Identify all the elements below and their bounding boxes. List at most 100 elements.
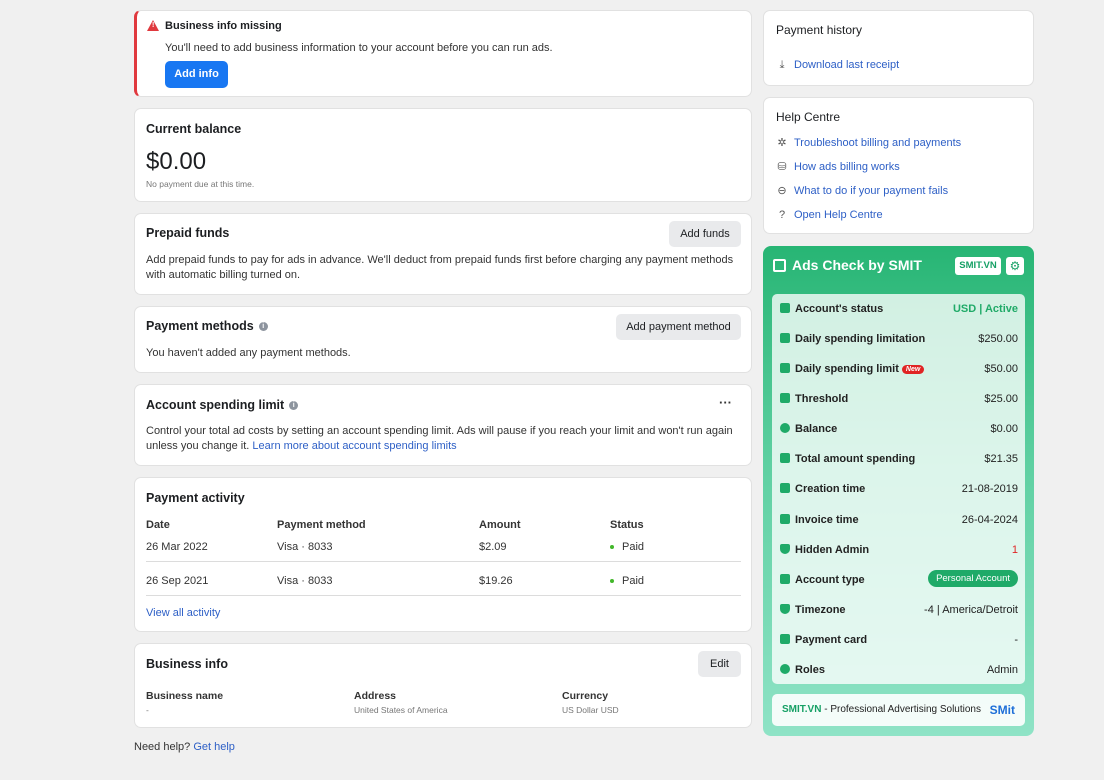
field-label: Business name — [146, 690, 224, 702]
add-payment-method-button[interactable]: Add payment method — [616, 314, 741, 340]
row1-date: 26 Mar 2022 — [146, 541, 208, 553]
smit-title-text: Ads Check by SMIT — [792, 257, 922, 273]
smit-row: Invoice time 26-04-2024 — [780, 505, 1018, 535]
row-value: $50.00 — [984, 363, 1018, 375]
row-label: Daily spending limitation — [795, 333, 926, 345]
help-link-payment-fails[interactable]: ⊖ What to do if your payment fails — [776, 185, 948, 197]
help-link-label: How ads billing works — [794, 161, 900, 173]
row2-amount: $19.26 — [479, 575, 513, 587]
limit-icon — [780, 333, 790, 343]
row-value: 21-08-2019 — [961, 483, 1018, 495]
more-options-icon[interactable]: ··· — [719, 395, 732, 410]
get-help-link[interactable]: Get help — [193, 741, 235, 753]
download-receipt-link[interactable]: ⤓ Download last receipt — [776, 59, 900, 71]
wrench-icon: ✲ — [777, 137, 787, 150]
row-value: Admin — [986, 664, 1018, 676]
smit-footer-text: - Professional Advertising Solutions — [821, 704, 981, 715]
smit-row: Account's status USD | Active — [780, 294, 1018, 324]
spending-icon — [780, 453, 790, 463]
timezone-icon — [780, 604, 790, 614]
field-business-name: Business name - — [146, 690, 223, 715]
col-payment-method: Payment method — [277, 519, 366, 531]
help-link-label: What to do if your payment fails — [794, 185, 949, 197]
smit-row: Creation time 21-08-2019 — [780, 474, 1018, 504]
field-label: Address — [354, 690, 397, 702]
row-value: 1 — [1011, 544, 1018, 556]
row-value: $25.00 — [984, 393, 1018, 405]
prepaid-title: Prepaid funds — [146, 226, 230, 240]
row2-date: 26 Sep 2021 — [146, 575, 209, 587]
smit-row: Total amount spending $21.35 — [780, 444, 1018, 474]
alert-title: Business info missing — [165, 20, 282, 32]
minus-circle-icon: ⊖ — [777, 185, 787, 198]
smit-row: Daily spending limitation $250.00 — [780, 324, 1018, 354]
info-icon[interactable]: i — [258, 322, 268, 332]
row-label: Daily spending limit — [795, 363, 899, 375]
roles-icon — [780, 664, 790, 674]
row1-amount: $2.09 — [479, 541, 507, 553]
help-centre-title: Help Centre — [776, 110, 841, 124]
spending-limit-text: Control your total ad costs by setting a… — [146, 424, 741, 454]
row-label: Threshold — [795, 393, 849, 405]
row-value: $0.00 — [990, 423, 1018, 435]
row1-method: Visa · 8033 — [277, 541, 333, 553]
smit-footer-logo: SMit — [989, 703, 1015, 717]
help-link-troubleshoot[interactable]: ✲ Troubleshoot billing and payments — [776, 137, 961, 149]
current-balance-card: Current balance $0.00 No payment due at … — [134, 108, 752, 202]
row-divider — [146, 561, 741, 562]
col-amount: Amount — [479, 519, 521, 531]
add-funds-button[interactable]: Add funds — [669, 221, 741, 247]
info-icon[interactable]: i — [289, 401, 299, 411]
prepaid-funds-card: Prepaid funds Add funds Add prepaid fund… — [134, 213, 752, 295]
payment-methods-text: You haven't added any payment methods. — [146, 347, 351, 359]
row-label: Creation time — [795, 483, 866, 495]
help-link-label: Open Help Centre — [794, 209, 883, 221]
field-value: United States of America — [354, 705, 448, 715]
learn-more-link[interactable]: Learn more about account spending limits — [252, 440, 456, 452]
view-all-activity-link[interactable]: View all activity — [146, 607, 220, 619]
shield-icon — [780, 544, 790, 554]
business-info-card: Business info Edit Business name - Addre… — [134, 643, 752, 728]
field-label: Currency — [562, 690, 609, 702]
coins-icon: ⛁ — [777, 161, 787, 174]
help-centre-card: Help Centre ✲ Troubleshoot billing and pa… — [763, 97, 1034, 234]
field-currency: Currency US Dollar USD — [562, 690, 619, 715]
spending-limit-card: Account spending limit i ··· Control your… — [134, 384, 752, 466]
row-value: 26-04-2024 — [961, 514, 1018, 526]
smit-footer-brand: SMIT.VN — [782, 704, 822, 715]
add-info-button[interactable]: Add info — [165, 61, 228, 88]
question-icon: ? — [778, 209, 786, 222]
gear-icon[interactable]: ⚙ — [1006, 257, 1024, 275]
payment-history-card: Payment history ⤓ Download last receipt — [763, 10, 1034, 86]
payment-methods-title: Payment methods i — [146, 319, 268, 333]
balance-amount: $0.00 — [146, 148, 207, 175]
account-type-icon — [780, 574, 790, 584]
status-text: Paid — [622, 541, 645, 553]
download-label: Download last receipt — [794, 59, 900, 71]
smit-row: Payment card - — [780, 625, 1018, 655]
status-dot — [610, 579, 614, 584]
row-label: Total amount spending — [795, 453, 916, 465]
balance-note: No payment due at this time. — [146, 179, 255, 189]
need-help-footer: Need help? Get help — [134, 741, 235, 753]
payment-methods-card: Payment methods i Add payment method You … — [134, 306, 752, 373]
edit-button[interactable]: Edit — [698, 651, 741, 677]
status-text: Paid — [622, 575, 645, 587]
activity-title: Payment activity — [146, 491, 245, 505]
row1-status: Paid — [610, 541, 644, 553]
new-badge: New — [901, 365, 925, 374]
row2-status: Paid — [610, 575, 644, 587]
business-title: Business info — [146, 657, 228, 671]
row-divider — [146, 595, 741, 596]
row-label: Invoice time — [795, 514, 859, 526]
row-value: $21.35 — [984, 453, 1018, 465]
help-link-billing-works[interactable]: ⛁ How ads billing works — [776, 161, 900, 174]
smit-row: Account type Personal Account — [780, 565, 1018, 595]
row-value: - — [1014, 634, 1018, 646]
field-value: US Dollar USD — [562, 705, 619, 715]
smit-footer[interactable]: SMIT.VN - Professional Advertising Solut… — [772, 694, 1025, 726]
smit-link-tag[interactable]: SMIT.VN — [955, 257, 1001, 275]
help-link-open-centre[interactable]: ? Open Help Centre — [776, 209, 883, 221]
smit-title: Ads Check by SMIT — [773, 257, 922, 273]
col-status: Status — [610, 519, 644, 531]
